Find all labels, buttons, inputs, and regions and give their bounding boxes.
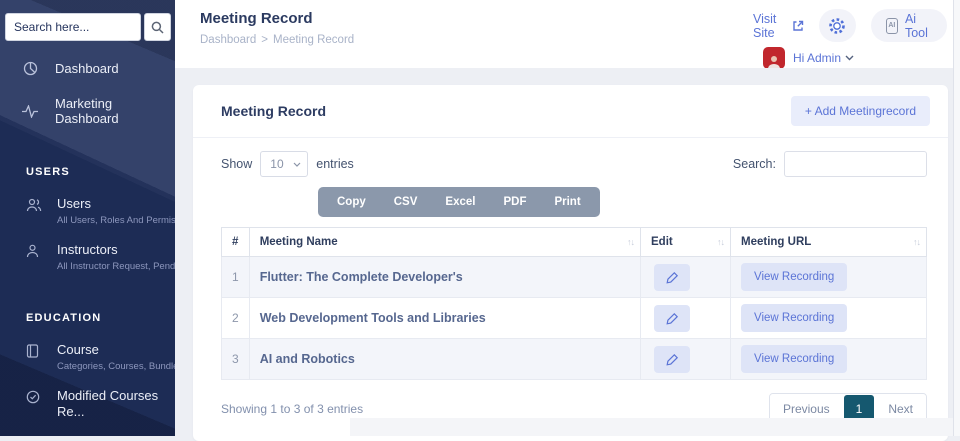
sidebar-item-ebooks[interactable]: Ebooks Ebook, Category, Reviews, Orde... — [0, 430, 175, 436]
search-icon — [151, 21, 164, 34]
add-meetingrecord-label: Add Meetingrecord — [815, 104, 916, 118]
sort-icon: ↑↓ — [717, 237, 724, 247]
sidebar-item-modified-courses[interactable]: Modified Courses Re... — [0, 382, 175, 430]
col-header-edit[interactable]: Edit ↑↓ — [641, 228, 731, 257]
table-row: 2 Web Development Tools and Libraries — [222, 298, 927, 339]
greeting-label: Hi Admin — [793, 51, 841, 65]
book-icon — [26, 342, 41, 372]
breadcrumb-parent[interactable]: Dashboard — [200, 34, 256, 46]
chevron-down-icon — [293, 162, 301, 167]
export-excel-button[interactable]: Excel — [431, 189, 489, 215]
sidebar-item-sub: Categories, Courses, Bundle Co... — [57, 361, 175, 372]
export-button-group: Copy CSV Excel PDF Print — [318, 187, 600, 217]
pencil-icon — [666, 353, 679, 366]
view-recording-button[interactable]: View Recording — [741, 263, 847, 291]
sidebar-item-label: Course — [57, 342, 175, 358]
edit-button[interactable] — [654, 264, 690, 291]
table-row: 1 Flutter: The Complete Developer's — [222, 257, 927, 298]
show-label: Show — [221, 157, 252, 171]
sidebar-item-sub: All Users, Roles And Permission — [57, 215, 175, 226]
avatar[interactable] — [763, 47, 785, 69]
breadcrumb: Dashboard > Meeting Record — [200, 34, 359, 46]
pie-chart-icon — [22, 61, 38, 76]
edit-button[interactable] — [654, 346, 690, 373]
add-meetingrecord-button[interactable]: + Add Meetingrecord — [791, 96, 930, 126]
settings-button[interactable] — [819, 9, 856, 42]
visit-site-link[interactable]: Visit Site — [753, 12, 804, 40]
sort-icon: ↑↓ — [913, 237, 920, 247]
col-header-meeting-url[interactable]: Meeting URL ↑↓ — [731, 228, 927, 257]
activity-icon — [22, 105, 38, 118]
view-recording-button[interactable]: View Recording — [741, 345, 847, 373]
gear-icon — [827, 16, 847, 36]
sidebar-divider — [0, 282, 175, 308]
table-search-label: Search: — [733, 157, 776, 171]
sidebar-item-sub: All Instructor Request, Pending... — [57, 261, 175, 272]
export-csv-button[interactable]: CSV — [380, 189, 432, 215]
sort-icon: ↑↓ — [627, 237, 634, 247]
sidebar-item-course[interactable]: Course Categories, Courses, Bundle Co... — [0, 336, 175, 382]
table-row: 3 AI and Robotics — [222, 339, 927, 380]
card-title: Meeting Record — [221, 103, 326, 119]
ai-tool-label: Ai Tool — [905, 12, 932, 40]
table-search-input[interactable] — [784, 151, 927, 177]
user-icon — [26, 242, 41, 272]
sidebar-search-input[interactable] — [5, 13, 141, 41]
sidebar-item-label: Instructors — [57, 242, 175, 258]
sidebar-item-label: Users — [57, 196, 175, 212]
row-index: 1 — [222, 257, 250, 298]
sidebar: Dashboard Marketing Dashboard USERS User… — [0, 0, 175, 436]
row-index: 2 — [222, 298, 250, 339]
view-recording-button[interactable]: View Recording — [741, 304, 847, 332]
ai-chip-icon: AI — [886, 18, 898, 34]
sidebar-item-instructors[interactable]: Instructors All Instructor Request, Pend… — [0, 236, 175, 282]
export-copy-button[interactable]: Copy — [323, 189, 380, 215]
sidebar-item-marketing-dashboard[interactable]: Marketing Dashboard — [0, 86, 175, 136]
check-circle-icon — [26, 388, 41, 420]
plus-icon: + — [805, 104, 812, 118]
page-scrollbar[interactable] — [953, 0, 960, 436]
sidebar-item-label: Marketing Dashboard — [55, 96, 167, 126]
sidebar-search-button[interactable] — [144, 13, 171, 41]
breadcrumb-separator: > — [261, 34, 268, 46]
pencil-icon — [666, 271, 679, 284]
meeting-record-table: # Meeting Name ↑↓ Edit ↑↓ Meeting URL — [221, 227, 927, 380]
meeting-name: AI and Robotics — [249, 339, 640, 380]
page-title: Meeting Record — [200, 10, 359, 27]
row-index: 3 — [222, 339, 250, 380]
users-icon — [26, 196, 41, 226]
entries-select-value: 10 — [270, 157, 283, 171]
col-header-meeting-name[interactable]: Meeting Name ↑↓ — [249, 228, 640, 257]
edit-button[interactable] — [654, 305, 690, 332]
external-link-icon — [792, 20, 804, 32]
meeting-record-card: Meeting Record + Add Meetingrecord Show … — [193, 85, 948, 441]
sidebar-search — [0, 0, 175, 51]
pencil-icon — [666, 312, 679, 325]
ai-tool-button[interactable]: AI Ai Tool — [871, 9, 948, 42]
visit-site-label: Visit Site — [753, 12, 787, 40]
chevron-down-icon — [845, 55, 854, 61]
entries-label: entries — [316, 157, 354, 171]
table-info: Showing 1 to 3 of 3 entries — [221, 402, 363, 416]
sidebar-item-label: Modified Courses Re... — [57, 388, 169, 420]
sidebar-item-dashboard[interactable]: Dashboard — [0, 51, 175, 86]
user-menu[interactable]: Hi Admin — [793, 51, 854, 65]
sidebar-section-users: USERS — [0, 162, 175, 190]
export-pdf-button[interactable]: PDF — [489, 189, 540, 215]
sidebar-item-users[interactable]: Users All Users, Roles And Permission — [0, 190, 175, 236]
sidebar-section-education: EDUCATION — [0, 308, 175, 336]
meeting-name: Web Development Tools and Libraries — [249, 298, 640, 339]
sidebar-divider — [0, 136, 175, 162]
topbar: Meeting Record Dashboard>Meeting Record … — [175, 0, 960, 68]
footer-strip — [350, 418, 953, 436]
col-header-index[interactable]: # — [222, 228, 250, 257]
breadcrumb-current: Meeting Record — [273, 34, 354, 46]
export-print-button[interactable]: Print — [540, 189, 594, 215]
sidebar-item-label: Dashboard — [55, 61, 119, 76]
content-area: Meeting Record + Add Meetingrecord Show … — [175, 68, 960, 436]
meeting-name: Flutter: The Complete Developer's — [249, 257, 640, 298]
entries-select[interactable]: 10 — [260, 151, 308, 177]
